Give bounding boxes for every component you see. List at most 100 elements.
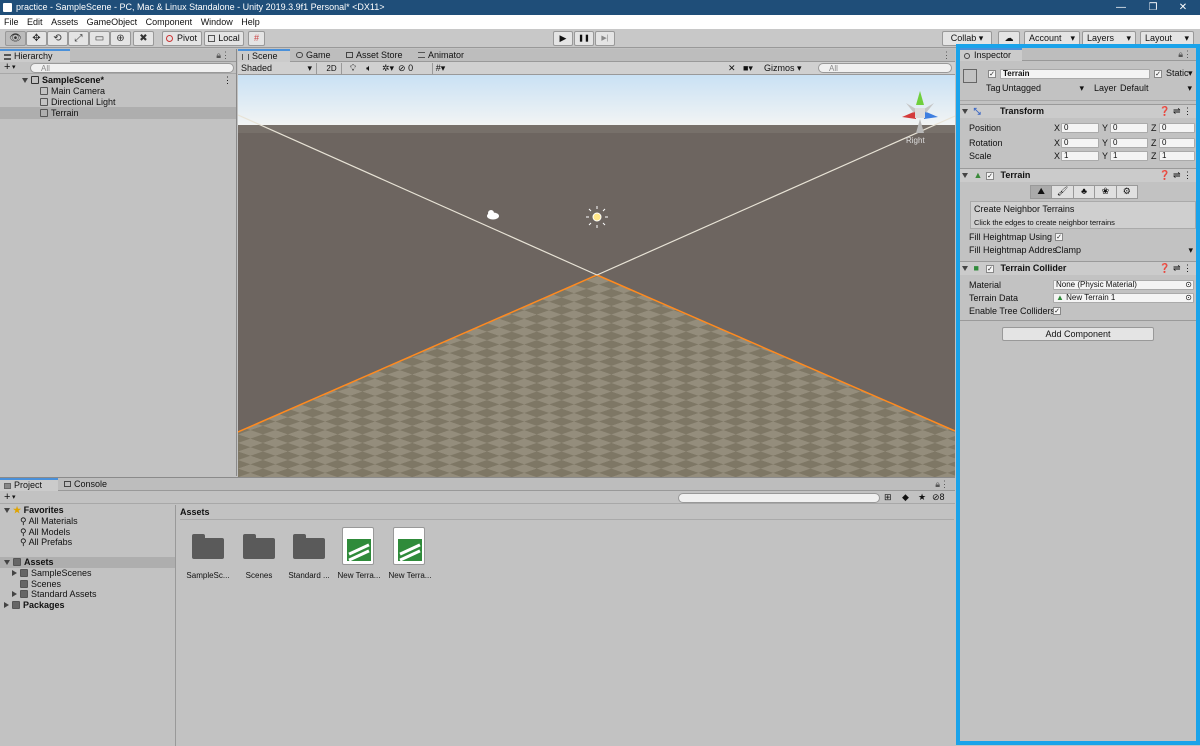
rotation-z-field[interactable]: 0 — [1159, 138, 1195, 148]
position-x-field[interactable]: 0 — [1061, 123, 1099, 133]
object-picker-icon[interactable]: ⊙ — [1185, 281, 1192, 289]
effects-dropdown[interactable]: ✲▾ — [378, 63, 398, 74]
audio-toggle[interactable]: 🔈︎ — [362, 63, 376, 74]
more-icon[interactable]: ⋮ — [942, 50, 951, 61]
tools-settings-button[interactable]: ✕ — [728, 63, 742, 74]
step-button[interactable]: ▶| — [595, 31, 615, 46]
tab-animator[interactable]: Animator — [414, 49, 470, 62]
tab-game[interactable]: Game — [292, 49, 337, 62]
filter-type-icon[interactable]: ⊞ — [884, 492, 892, 503]
scale-x-field[interactable]: 1 — [1061, 151, 1099, 161]
terrain-enabled-checkbox[interactable]: ✓ — [986, 172, 995, 180]
folder-icon[interactable] — [243, 533, 275, 559]
menu-file[interactable]: File — [4, 17, 19, 27]
menu-edit[interactable]: Edit — [27, 17, 43, 27]
enable-tree-colliders-checkbox[interactable]: ✓ — [1053, 307, 1061, 315]
folder-icon[interactable] — [293, 533, 325, 559]
position-z-field[interactable]: 0 — [1159, 123, 1195, 133]
tree-favorites[interactable]: ★ Favorites — [4, 505, 64, 516]
terrain-data-field[interactable]: ▲ New Terrain 1 ⊙ — [1053, 293, 1194, 303]
menu-component[interactable]: Component — [146, 17, 193, 27]
hierarchy-add-button[interactable]: + — [4, 62, 10, 73]
place-tree-icon[interactable]: ♣ — [1074, 186, 1096, 198]
position-y-field[interactable]: 0 — [1110, 123, 1148, 133]
favorite-star-icon[interactable]: ★ — [918, 492, 926, 503]
lighting-toggle[interactable]: 💡︎ — [346, 63, 360, 74]
tree-packages[interactable]: Packages — [4, 600, 65, 611]
hidden-packages-toggle[interactable]: ⊘8 — [932, 492, 945, 503]
lock-icon[interactable]: 🔒︎⋮ — [1178, 49, 1192, 60]
terrain-asset-icon[interactable] — [342, 527, 374, 565]
gizmos-dropdown[interactable]: Gizmos ▾ — [764, 63, 814, 74]
tab-inspector[interactable]: Inspector — [960, 48, 1022, 61]
pause-button[interactable]: ❚❚ — [574, 31, 594, 46]
tab-project[interactable]: Project — [0, 478, 58, 491]
hidden-objects-toggle[interactable]: ⊘ 0 — [398, 63, 430, 74]
component-menu-icons[interactable]: ❓ ⇌ ⋮ — [1159, 262, 1192, 275]
rotation-y-field[interactable]: 0 — [1110, 138, 1148, 148]
close-button[interactable]: ✕ — [1168, 0, 1198, 15]
camera-dropdown[interactable]: ■▾ — [743, 63, 761, 74]
scale-z-field[interactable]: 1 — [1159, 151, 1195, 161]
component-menu-icons[interactable]: ❓ ⇌ ⋮ — [1159, 169, 1192, 182]
chevron-down-icon[interactable]: ▾ — [1188, 68, 1193, 79]
snap-button[interactable]: # — [248, 31, 265, 46]
lock-icon[interactable]: 🔒︎⋮ — [935, 479, 949, 490]
menu-help[interactable]: Help — [241, 17, 260, 27]
paint-brush-icon[interactable]: 🖌︎ — [1052, 186, 1074, 198]
move-tool-button[interactable]: ✥ — [26, 31, 47, 46]
layer-dropdown[interactable]: Default ▾ — [1120, 83, 1194, 94]
folder-icon[interactable] — [192, 533, 224, 559]
minimize-button[interactable]: — — [1106, 0, 1136, 15]
transform-section-header[interactable]: ⤡ Transform ❓ ⇌ ⋮ — [960, 104, 1196, 118]
play-button[interactable]: ▶ — [553, 31, 573, 46]
tree-item[interactable]: SampleScenes — [12, 568, 92, 579]
raise-terrain-icon[interactable]: ⛰ — [1031, 186, 1053, 198]
hierarchy-scene-row[interactable]: SampleScene* — [22, 75, 104, 86]
maximize-button[interactable]: ❐ — [1138, 0, 1168, 15]
component-menu-icons[interactable]: ❓ ⇌ ⋮ — [1159, 105, 1192, 118]
2d-toggle[interactable]: 2D — [322, 63, 342, 74]
material-field[interactable]: None (Physic Material) ⊙ — [1053, 280, 1194, 290]
scene-viewport[interactable]: Right — [238, 75, 955, 477]
pivot-toggle[interactable]: Pivot — [162, 31, 202, 46]
hierarchy-item[interactable]: Main Camera — [40, 86, 105, 97]
tab-scene[interactable]: Scene — [238, 49, 290, 62]
hierarchy-item-selected[interactable]: Terrain — [0, 107, 236, 119]
terrain-settings-icon[interactable]: ⚙ — [1117, 186, 1137, 198]
terrain-section-header[interactable]: ▲ ✓ Terrain ❓ ⇌ ⋮ — [960, 168, 1196, 182]
tree-item[interactable]: Standard Assets — [12, 589, 97, 600]
rect-tool-button[interactable]: ▭ — [89, 31, 110, 46]
more-icon[interactable]: ⋮ — [223, 75, 232, 86]
tab-console[interactable]: Console — [60, 478, 113, 491]
rotation-x-field[interactable]: 0 — [1061, 138, 1099, 148]
object-name-field[interactable]: Terrain — [1000, 69, 1150, 79]
filter-label-icon[interactable]: ◆ — [902, 492, 909, 503]
active-checkbox[interactable]: ✓ — [988, 70, 996, 78]
add-component-button[interactable]: Add Component — [1002, 327, 1154, 341]
shading-mode-dropdown[interactable]: Shaded ▾ — [241, 63, 317, 74]
static-checkbox[interactable]: ✓ — [1154, 70, 1162, 78]
menu-gameobject[interactable]: GameObject — [87, 17, 138, 27]
project-add-button[interactable]: + — [4, 492, 10, 503]
fill-heightmap-address-dropdown[interactable]: Clamp ▾ — [1055, 245, 1195, 256]
terrain-asset-icon[interactable] — [393, 527, 425, 565]
tree-item[interactable]: ⚲ All Materials — [20, 516, 78, 527]
scale-y-field[interactable]: 1 — [1110, 151, 1148, 161]
lock-icon[interactable]: 🔒︎⋮ — [216, 50, 230, 61]
tag-dropdown[interactable]: Untagged ▾ — [1002, 83, 1086, 94]
project-search-input[interactable] — [678, 493, 880, 503]
tree-item[interactable]: ⚲ All Prefabs — [20, 537, 72, 548]
fill-heightmap-using-checkbox[interactable]: ✓ — [1055, 233, 1063, 241]
rotate-tool-button[interactable]: ⟲ — [47, 31, 68, 46]
tab-asset-store[interactable]: Asset Store — [342, 49, 409, 62]
terrain-collider-section-header[interactable]: ■ ✓ Terrain Collider ❓ ⇌ ⋮ — [960, 261, 1196, 275]
tree-assets-selected[interactable]: Assets — [0, 557, 175, 568]
scale-tool-button[interactable]: ⤢ — [68, 31, 89, 46]
breadcrumb[interactable]: Assets — [180, 507, 954, 520]
grid-dropdown[interactable]: #▾ — [432, 63, 448, 74]
tab-hierarchy[interactable]: Hierarchy — [0, 49, 70, 62]
transform-tool-button[interactable]: ⊕ — [110, 31, 131, 46]
local-toggle[interactable]: Local — [204, 31, 244, 46]
hierarchy-search-input[interactable]: All — [30, 63, 234, 73]
